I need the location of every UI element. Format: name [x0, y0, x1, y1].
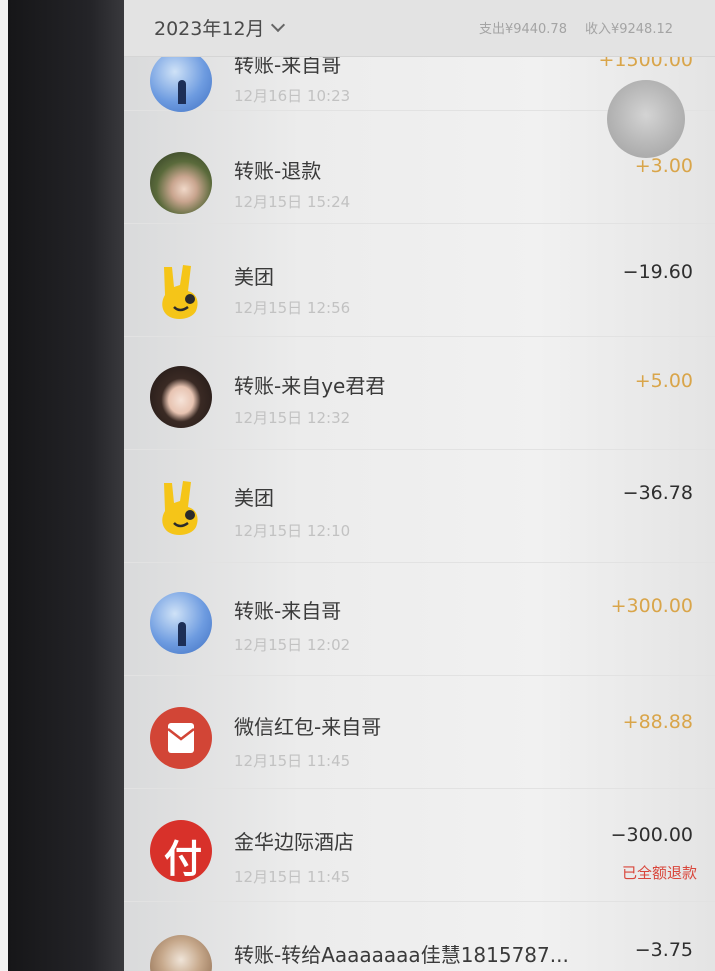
pay-glyph: 付	[163, 837, 202, 881]
transaction-row[interactable]: 付 金华边际酒店 12月15日 11:45 −300.00 已全额退款	[124, 788, 715, 902]
transaction-time: 12月15日 12:32	[234, 409, 351, 427]
transaction-time: 12月15日 12:02	[234, 636, 351, 654]
transaction-title: 转账-退款	[234, 159, 322, 183]
transaction-title: 金华边际酒店	[234, 830, 354, 854]
meituan-kangaroo-icon	[150, 477, 212, 539]
meituan-kangaroo-icon	[150, 261, 212, 323]
transaction-amount: −36.78	[622, 482, 693, 504]
photo-frame: 转账-来自哥 12月16日 10:23 +1500.00 转账-退款 12月15…	[0, 0, 715, 971]
sky-avatar	[150, 50, 212, 112]
transaction-amount: +300.00	[610, 595, 693, 617]
income-total: 收入¥9248.12	[584, 22, 673, 37]
transaction-title: 转账-来自ye君君	[234, 374, 386, 398]
refund-status: 已全额退款	[621, 864, 697, 882]
transaction-time: 12月15日 15:24	[234, 193, 351, 211]
floating-ball[interactable]	[607, 80, 685, 158]
transaction-time: 12月16日 10:23	[234, 87, 351, 105]
merchant-pay-icon: 付	[150, 820, 212, 882]
transaction-amount: −300.00	[610, 824, 693, 846]
phone-bezel	[8, 0, 126, 971]
transaction-amount: +5.00	[634, 370, 693, 392]
transaction-amount: +3.00	[634, 155, 693, 177]
transaction-amount: +88.88	[622, 711, 693, 733]
red-packet-icon	[150, 707, 212, 769]
transaction-time: 12月15日 11:45	[234, 868, 351, 886]
transaction-row[interactable]: 转账-来自哥 12月15日 12:02 +300.00	[124, 562, 715, 676]
transaction-title: 微信红包-来自哥	[234, 715, 382, 739]
chevron-down-icon	[270, 17, 285, 32]
transaction-amount: −19.60	[622, 261, 693, 283]
transaction-amount: −3.75	[634, 939, 693, 961]
transaction-title: 转账-来自哥	[234, 599, 342, 623]
transaction-row[interactable]: 美团 12月15日 12:10 −36.78	[124, 449, 715, 563]
portrait-avatar	[150, 366, 212, 428]
month-totals: 支出¥9440.78 收入¥9248.12	[479, 18, 673, 37]
cat-avatar	[150, 935, 212, 971]
photo-edge	[0, 0, 8, 971]
transaction-row[interactable]: 美团 12月15日 12:56 −19.60	[124, 223, 715, 337]
transaction-row[interactable]: 转账-来自ye君君 12月15日 12:32 +5.00	[124, 336, 715, 450]
bill-list-screen: 转账-来自哥 12月16日 10:23 +1500.00 转账-退款 12月15…	[124, 0, 715, 971]
transaction-row[interactable]: 转账-转给Aaaaaaaa佳慧1815787... −3.75	[124, 901, 715, 971]
transaction-time: 12月15日 12:10	[234, 522, 351, 540]
sky-avatar	[150, 592, 212, 654]
transaction-title: 美团	[234, 486, 274, 510]
transaction-time: 12月15日 12:56	[234, 299, 351, 317]
month-label: 2023年12月	[154, 18, 265, 40]
month-picker[interactable]: 2023年12月	[154, 14, 285, 41]
month-summary-header: 2023年12月 支出¥9440.78 收入¥9248.12	[124, 0, 715, 57]
transaction-row[interactable]: 微信红包-来自哥 12月15日 11:45 +88.88	[124, 675, 715, 789]
transaction-time: 12月15日 11:45	[234, 752, 351, 770]
expense-total: 支出¥9440.78	[478, 22, 567, 37]
transaction-title: 转账-转给Aaaaaaaa佳慧1815787...	[234, 943, 569, 967]
transaction-title: 美团	[234, 265, 274, 289]
green-portrait-avatar	[150, 152, 212, 214]
